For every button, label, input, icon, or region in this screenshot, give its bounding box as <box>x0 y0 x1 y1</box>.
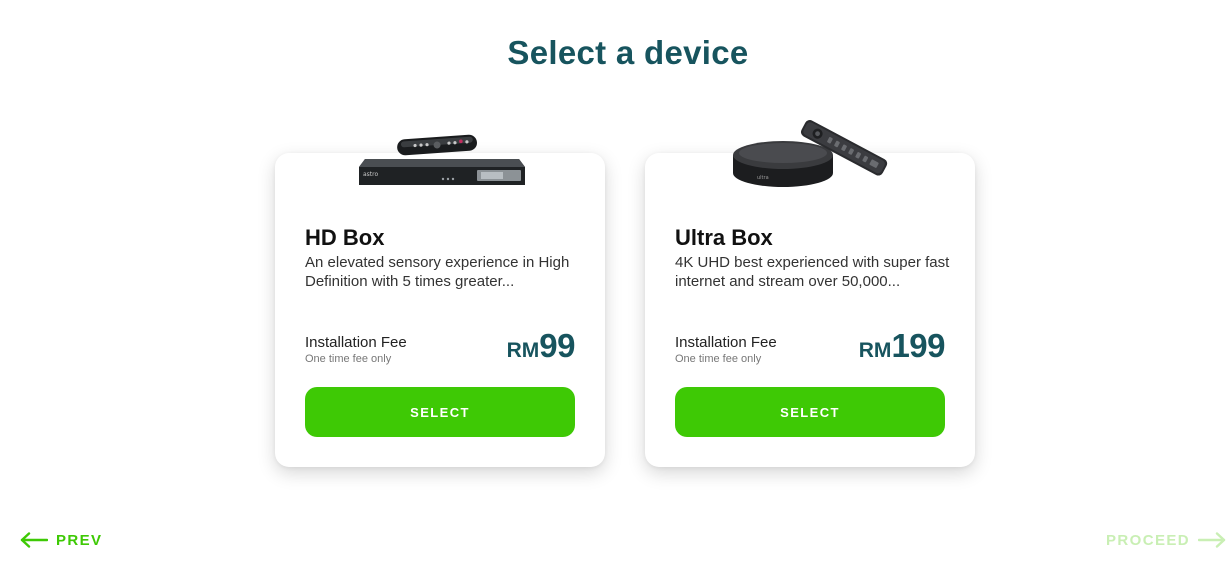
arrow-right-icon <box>1198 532 1226 548</box>
price-currency: RM <box>858 339 892 362</box>
page-title: Select a device <box>507 34 749 71</box>
device-selection-page: Select a device astro HD Box An elevated… <box>0 0 1228 566</box>
ultra-box-image: ultra <box>733 119 888 187</box>
price-currency: RM <box>506 339 540 362</box>
svg-text:astro: astro <box>363 171 378 178</box>
prev-button[interactable]: PREV <box>20 529 102 551</box>
device-card-ultra-box: ultra Ultra Box 4K UHD best experienced … <box>645 119 975 467</box>
device-name: Ultra Box <box>675 225 773 250</box>
arrow-left-icon <box>20 532 48 548</box>
device-card-hd-box: astro HD Box An elevated sensory experie… <box>275 134 605 467</box>
device-price: RM99 <box>506 327 576 365</box>
device-price: RM199 <box>858 327 946 365</box>
device-description: 4K UHD best experienced with super fast … <box>675 254 950 290</box>
installation-fee-label: Installation Fee <box>305 334 407 351</box>
installation-fee-note: One time fee only <box>675 353 762 365</box>
proceed-button[interactable]: PROCEED <box>1106 529 1226 551</box>
price-amount: 199 <box>891 327 945 364</box>
device-name: HD Box <box>305 225 385 250</box>
installation-fee-note: One time fee only <box>305 353 392 365</box>
select-hd-box-button[interactable]: SELECT <box>305 387 575 437</box>
device-description: An elevated sensory experience in High D… <box>305 254 570 290</box>
hd-box-image: astro <box>359 134 525 185</box>
installation-fee-label: Installation Fee <box>675 334 777 351</box>
select-ultra-box-button[interactable]: SELECT <box>675 387 945 437</box>
prev-label: PREV <box>56 531 103 549</box>
price-amount: 99 <box>539 327 575 364</box>
svg-text:ultra: ultra <box>757 175 769 181</box>
proceed-label: PROCEED <box>1106 531 1190 549</box>
